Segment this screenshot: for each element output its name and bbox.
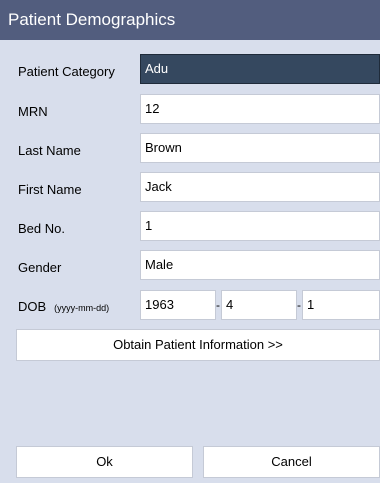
ok-button[interactable]: Ok — [16, 446, 193, 478]
mrn-label: MRN — [18, 104, 48, 119]
dob-year-field[interactable]: 1963 — [140, 290, 216, 320]
dob-label: DOB — [18, 299, 47, 314]
last-name-label: Last Name — [18, 143, 81, 158]
first-name-label: First Name — [18, 182, 82, 197]
obtain-patient-info-button[interactable]: Obtain Patient Information >> — [16, 329, 380, 361]
mrn-field[interactable]: 12 — [140, 94, 380, 124]
gender-field[interactable]: Male — [140, 250, 380, 280]
cancel-button[interactable]: Cancel — [203, 446, 380, 478]
last-name-field[interactable]: Brown — [140, 133, 380, 163]
first-name-field[interactable]: Jack — [140, 172, 380, 202]
dialog-body: Patient Category Adu MRN 12 Last Name Br… — [0, 40, 380, 483]
dob-day-field[interactable]: 1 — [302, 290, 380, 320]
dob-separator-1: - — [216, 298, 220, 312]
dialog-title: Patient Demographics — [0, 0, 380, 40]
dob-label-row: DOB (yyyy-mm-dd) — [18, 299, 109, 314]
bed-no-field[interactable]: 1 — [140, 211, 380, 241]
gender-label: Gender — [18, 260, 62, 275]
patient-category-field[interactable]: Adu — [140, 54, 380, 84]
patient-demographics-dialog: Patient Demographics Patient Category Ad… — [0, 0, 380, 483]
bed-no-label: Bed No. — [18, 221, 65, 236]
dob-month-field[interactable]: 4 — [221, 290, 297, 320]
dob-format-hint: (yyyy-mm-dd) — [54, 303, 110, 313]
patient-category-label: Patient Category — [18, 64, 115, 79]
dob-separator-2: - — [297, 298, 301, 312]
